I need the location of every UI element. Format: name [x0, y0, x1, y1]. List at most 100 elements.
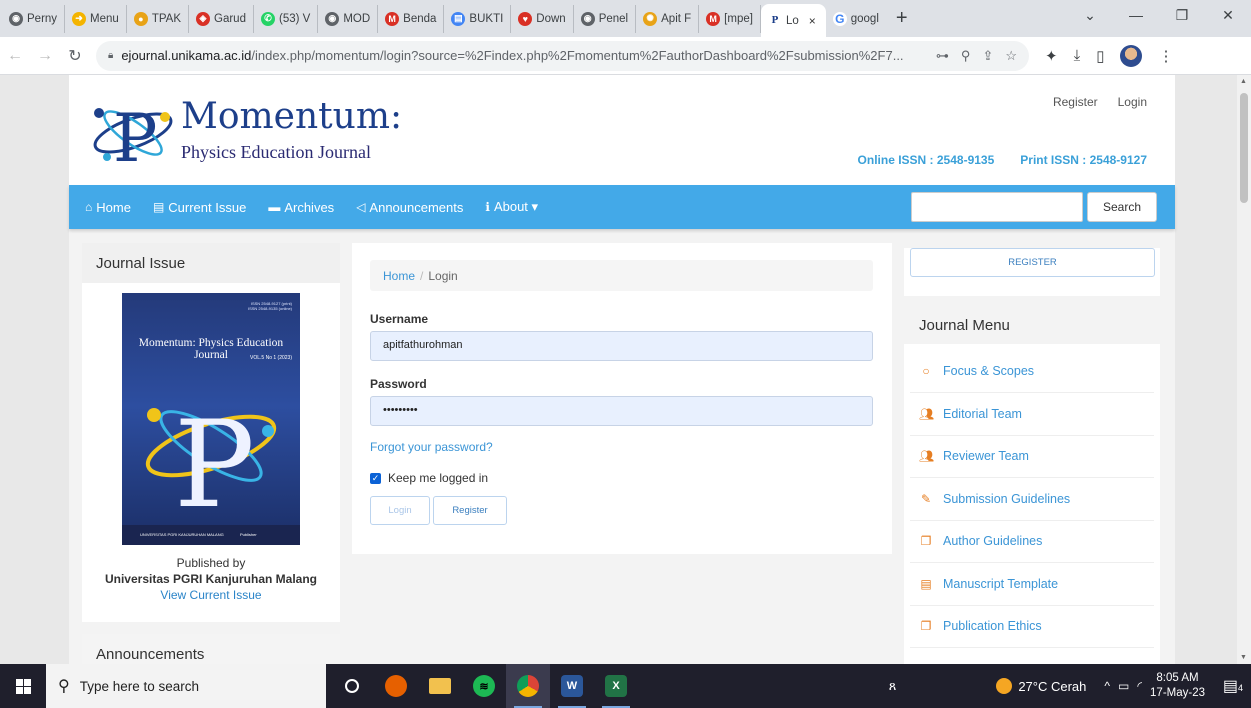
- brand-title[interactable]: Momentum:: [181, 96, 402, 137]
- download-icon[interactable]: ⤓: [1074, 47, 1081, 64]
- heart-icon: ♥: [518, 11, 533, 26]
- tab-label: Menu: [90, 12, 119, 25]
- browser-tab[interactable]: M [mpe]: [699, 4, 761, 33]
- window-controls: ⌄ — ❐ ✕: [1067, 0, 1251, 30]
- journal-menu-item[interactable]: ❐ Publication Ethics: [919, 619, 1149, 633]
- nav-item-label: Current Issue: [168, 199, 247, 215]
- journal-logo-icon[interactable]: P: [87, 91, 179, 171]
- share-icon[interactable]: ⇪: [982, 48, 993, 64]
- search-button[interactable]: Search: [1087, 192, 1157, 222]
- taskbar-excel[interactable]: X: [594, 664, 638, 708]
- notification-icon: ▤: [1222, 678, 1239, 695]
- browser-tab[interactable]: ● TPAK: [127, 4, 190, 33]
- people-icon[interactable]: ጸ: [889, 678, 897, 694]
- journal-menu-item[interactable]: ▤ Manuscript Template: [919, 577, 1149, 591]
- nav-item-1[interactable]: ▤ Current Issue: [153, 200, 246, 215]
- weather-widget[interactable]: 27°C Cerah: [996, 678, 1086, 694]
- clock-date: 17-May-23: [1150, 687, 1205, 699]
- start-button[interactable]: [0, 664, 46, 708]
- browser-tab[interactable]: ➜ Menu: [65, 4, 127, 33]
- taskbar-clock[interactable]: 8:05 AM 17-May-23: [1150, 671, 1205, 701]
- journal-menu-item[interactable]: 👥︎ Reviewer Team: [919, 449, 1149, 463]
- browser-tab[interactable]: M Benda: [378, 4, 445, 33]
- taskbar-firefox[interactable]: [374, 664, 418, 708]
- tab-google[interactable]: G googl: [826, 5, 886, 33]
- minimize-button[interactable]: —: [1113, 7, 1159, 23]
- journal-cover-image[interactable]: ISSN 2548-9127 (print) ISSN 2548-9135 (o…: [122, 293, 300, 545]
- profile-avatar[interactable]: [1120, 44, 1143, 67]
- username-input[interactable]: apitfathurohman: [370, 331, 873, 361]
- header-register-link[interactable]: Register: [1053, 95, 1098, 109]
- login-button[interactable]: Login: [370, 496, 430, 525]
- garuda-icon: ◈: [196, 11, 211, 26]
- cortana-icon: [345, 679, 359, 693]
- online-issn[interactable]: Online ISSN : 2548-9135: [858, 153, 995, 167]
- keep-logged-in-checkbox[interactable]: ✓: [370, 472, 381, 484]
- tab-search-icon[interactable]: ⌄: [1067, 7, 1113, 24]
- browser-tab[interactable]: ✺ Apit F: [636, 4, 700, 33]
- journal-menu-label: Manuscript Template: [943, 576, 1059, 591]
- view-current-issue-link[interactable]: View Current Issue: [82, 587, 340, 603]
- notification-center[interactable]: ▤4: [1215, 676, 1251, 696]
- breadcrumb: Home / Login: [370, 260, 873, 291]
- bookmark-star-icon[interactable]: ☆: [1005, 48, 1017, 64]
- new-tab-button[interactable]: +: [886, 7, 918, 30]
- zoom-icon[interactable]: ⚲: [961, 48, 971, 64]
- windows-taskbar: ⚲ Type here to search ≋ W X ጸ 27°C Cerah…: [0, 664, 1251, 708]
- browser-tab[interactable]: ✆ (53) V: [254, 4, 319, 33]
- taskbar-chrome[interactable]: [506, 664, 550, 708]
- register-button[interactable]: Register: [433, 496, 507, 525]
- restore-button[interactable]: ❐: [1159, 7, 1205, 24]
- taskbar-search[interactable]: ⚲ Type here to search: [46, 664, 326, 708]
- tab-label: Apit F: [661, 12, 692, 25]
- taskbar-cortana[interactable]: [330, 664, 374, 708]
- journal-menu-item[interactable]: ❐ Author Guidelines: [919, 534, 1149, 548]
- nav-item-3[interactable]: ◁ Announcements: [356, 200, 463, 215]
- battery-icon[interactable]: ▭: [1118, 679, 1129, 693]
- journal-menu-item[interactable]: ○ Focus & Scopes: [919, 364, 1149, 378]
- browser-tab[interactable]: ◉ Perny: [2, 4, 66, 33]
- nav-item-0[interactable]: ⌂ Home: [85, 200, 131, 215]
- search-input[interactable]: [911, 192, 1083, 222]
- nav-item-4[interactable]: ℹ About ▾: [485, 199, 538, 215]
- scroll-up-arrow-icon[interactable]: ▲: [1240, 78, 1247, 85]
- forgot-password-link[interactable]: Forgot your password?: [370, 440, 493, 454]
- taskbar-spotify[interactable]: ≋: [462, 664, 506, 708]
- taskbar-file-explorer[interactable]: [418, 664, 462, 708]
- tab-label: Benda: [403, 12, 437, 25]
- key-icon[interactable]: ⊶: [936, 48, 949, 64]
- tray-chevron-icon[interactable]: ^: [1104, 679, 1110, 693]
- browser-tab[interactable]: ◉ Penel: [574, 4, 637, 33]
- taskbar-word[interactable]: W: [550, 664, 594, 708]
- tab-login[interactable]: P Lo ×: [760, 4, 826, 37]
- extensions-icon[interactable]: ✦: [1045, 47, 1058, 65]
- breadcrumb-current: Login: [428, 269, 458, 283]
- weather-sun-icon: [996, 678, 1013, 694]
- back-arrow-icon[interactable]: ←: [0, 47, 30, 65]
- tab-close-icon[interactable]: ×: [809, 14, 816, 28]
- browser-tab[interactable]: ◈ Garud: [189, 4, 254, 33]
- header-login-link[interactable]: Login: [1118, 95, 1147, 109]
- url-field[interactable]: 🔒︎ ejournal.unikama.ac.id/index.php/mome…: [96, 40, 1029, 71]
- keep-logged-in[interactable]: ✓ Keep me logged in: [370, 471, 488, 485]
- password-input[interactable]: •••••••••: [370, 396, 873, 426]
- side-panel-icon[interactable]: ▯: [1096, 47, 1104, 65]
- journal-menu-item[interactable]: ✎ Submission Guidelines: [919, 492, 1149, 506]
- scroll-down-arrow-icon[interactable]: ▼: [1240, 654, 1247, 661]
- globe-icon: ◉: [580, 11, 595, 26]
- page-scrollbar[interactable]: ▲ ▼: [1237, 75, 1251, 664]
- nav-item-2[interactable]: ▬ Archives: [268, 200, 334, 215]
- scrollbar-thumb[interactable]: [1240, 93, 1248, 203]
- breadcrumb-home[interactable]: Home: [383, 269, 415, 283]
- browser-tab[interactable]: ♥ Down: [511, 4, 574, 33]
- wifi-icon[interactable]: ◜: [1137, 679, 1142, 693]
- print-issn[interactable]: Print ISSN : 2548-9127: [1020, 153, 1147, 167]
- reload-icon[interactable]: ↻: [60, 46, 90, 66]
- sidebar-register-button[interactable]: REGISTER: [910, 248, 1155, 277]
- forward-arrow-icon[interactable]: →: [30, 47, 60, 65]
- browser-tab[interactable]: ◉ MOD: [318, 4, 379, 33]
- browser-tab[interactable]: ▤ BUKTI: [444, 4, 512, 33]
- close-window-button[interactable]: ✕: [1205, 7, 1251, 24]
- journal-menu-item[interactable]: 👥︎ Editorial Team: [919, 407, 1149, 421]
- menu-kebab-icon[interactable]: ⋮: [1158, 47, 1173, 65]
